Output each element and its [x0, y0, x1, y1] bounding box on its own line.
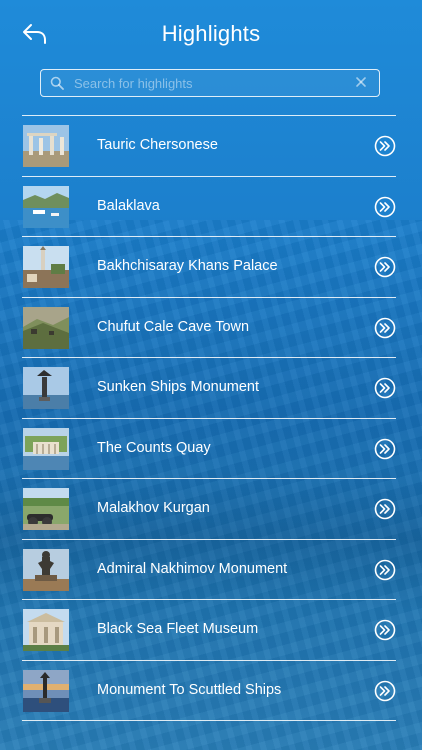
thumbnail-image — [23, 488, 69, 530]
thumbnail-image — [23, 246, 69, 288]
list-item[interactable]: Tauric Chersonese — [22, 116, 396, 177]
list-item[interactable]: Malakhov Kurgan — [22, 479, 396, 540]
list-item[interactable]: Chufut Cale Cave Town — [22, 298, 396, 358]
item-label: Tauric Chersonese — [97, 137, 218, 153]
highlights-list: Tauric Chersonese Balaklava Bakhchisaray… — [22, 115, 396, 721]
list-item[interactable]: Bakhchisaray Khans Palace — [22, 237, 396, 298]
chevron-right-circle-icon[interactable] — [374, 377, 396, 399]
list-item[interactable]: Balaklava — [22, 177, 396, 237]
item-label: Malakhov Kurgan — [97, 500, 210, 516]
thumbnail-image — [23, 548, 69, 591]
chevron-right-circle-icon[interactable] — [374, 438, 396, 460]
chevron-right-circle-icon[interactable] — [374, 619, 396, 641]
page-title: Highlights — [161, 21, 261, 46]
thumbnail-image — [23, 669, 69, 712]
chevron-right-circle-icon[interactable] — [374, 317, 396, 339]
thumbnail-image — [23, 125, 69, 167]
item-label: The Counts Quay — [97, 439, 211, 456]
item-label: Admiral Nakhimov Monument — [97, 560, 288, 577]
chevron-right-circle-icon[interactable] — [374, 196, 396, 218]
list-item[interactable]: Monument To Scuttled Ships — [22, 661, 396, 721]
chevron-right-circle-icon[interactable] — [374, 498, 396, 520]
search-icon — [50, 76, 64, 90]
header-bar: Highlights — [0, 0, 422, 66]
item-label: Balaklava — [97, 197, 160, 214]
thumbnail-image — [23, 306, 69, 349]
item-label: Bakhchisaray Khans Palace — [97, 258, 278, 274]
thumbnail-image — [23, 427, 69, 470]
chevron-right-circle-icon[interactable] — [374, 680, 396, 702]
search-bar — [40, 69, 380, 97]
chevron-right-circle-icon[interactable] — [374, 256, 396, 278]
list-item[interactable]: Admiral Nakhimov Monument — [22, 540, 396, 600]
thumbnail-image — [23, 185, 69, 228]
item-label: Sunken Ships Monument — [97, 379, 260, 395]
list-item[interactable]: Black Sea Fleet Museum — [22, 600, 396, 661]
search-input[interactable] — [74, 73, 354, 93]
thumbnail-image — [23, 609, 69, 651]
chevron-right-circle-icon[interactable] — [374, 135, 396, 157]
clear-icon[interactable] — [355, 76, 367, 88]
item-label: Monument To Scuttled Ships — [97, 681, 282, 698]
chevron-right-circle-icon[interactable] — [374, 559, 396, 581]
item-label: Chufut Cale Cave Town — [97, 318, 250, 335]
list-item[interactable]: Sunken Ships Monument — [22, 358, 396, 419]
item-label: Black Sea Fleet Museum — [97, 621, 259, 637]
list-item[interactable]: The Counts Quay — [22, 419, 396, 479]
thumbnail-image — [23, 367, 69, 409]
